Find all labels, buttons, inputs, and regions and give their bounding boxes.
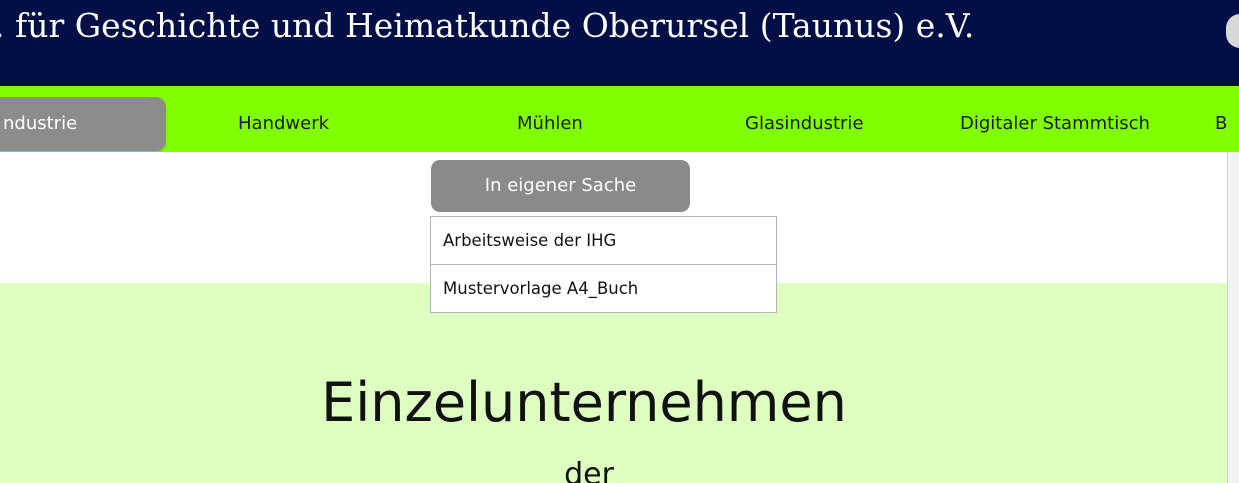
nav-item-glasindustrie[interactable]: Glasindustrie bbox=[745, 86, 864, 152]
nav-item-digitaler-stammtisch[interactable]: Digitaler Stammtisch bbox=[960, 86, 1150, 152]
page-heading: Einzelunternehmen bbox=[321, 371, 847, 434]
nav-item-b[interactable]: B bbox=[1215, 86, 1227, 152]
content-area: Einzelunternehmen der bbox=[0, 283, 1227, 483]
menu-item-arbeitsweise[interactable]: Arbeitsweise der IHG bbox=[431, 217, 776, 264]
main-nav: ndustrie Handwerk Mühlen Glasindustrie D… bbox=[0, 86, 1239, 152]
site-title: . für Geschichte und Heimatkunde Oberurs… bbox=[0, 6, 975, 45]
window-right-edge bbox=[1227, 152, 1239, 483]
site-header: . für Geschichte und Heimatkunde Oberurs… bbox=[0, 0, 1239, 86]
dropdown-menu: Arbeitsweise der IHG Mustervorlage A4_Bu… bbox=[430, 216, 777, 313]
header-edge-decoration bbox=[1226, 14, 1239, 48]
menu-item-mustervorlage[interactable]: Mustervorlage A4_Buch bbox=[431, 264, 776, 312]
nav-item-handwerk[interactable]: Handwerk bbox=[238, 86, 329, 152]
nav-item-industrie[interactable]: ndustrie bbox=[0, 97, 166, 151]
nav-item-label: ndustrie bbox=[3, 113, 78, 134]
nav-item-muehlen[interactable]: Mühlen bbox=[517, 86, 583, 152]
page-subheading: der bbox=[564, 457, 614, 483]
page: . für Geschichte und Heimatkunde Oberurs… bbox=[0, 0, 1239, 483]
submenu-in-eigener-sache[interactable]: In eigener Sache bbox=[431, 160, 690, 212]
